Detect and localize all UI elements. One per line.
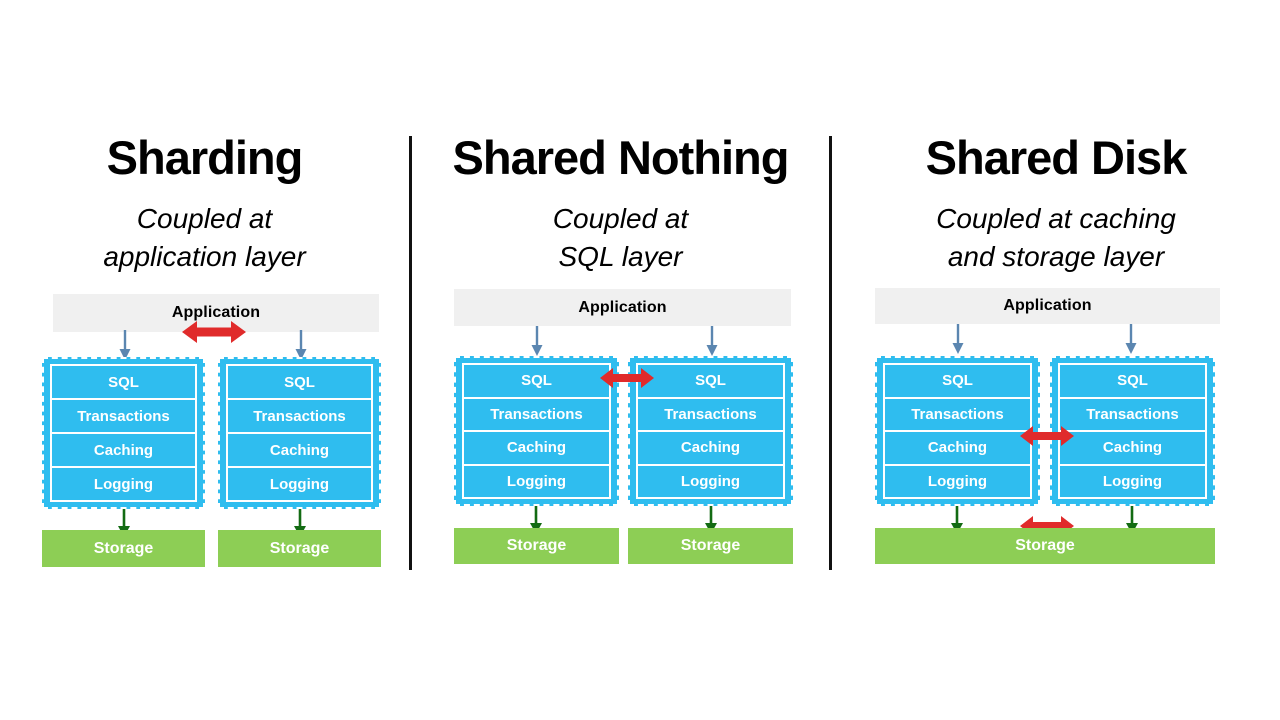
node-layer-logging: Logging <box>506 472 567 490</box>
node-layer-logging: Logging <box>927 472 988 490</box>
column-shared-nothing: Shared Nothing Coupled at SQL layer Appl… <box>412 0 829 720</box>
node-layer-stack: SQL Transactions Caching Logging <box>50 364 197 502</box>
node-layer-caching: Caching <box>638 432 783 466</box>
node-layer-transactions: Transactions <box>228 400 371 434</box>
database-node-left: SQL Transactions Caching Logging <box>875 356 1040 506</box>
column-sharding: Sharding Coupled at application layer Ap… <box>0 0 409 720</box>
node-layer-logging: Logging <box>1102 472 1163 490</box>
node-layer-sql: SQL <box>1060 365 1205 399</box>
node-layer-transactions: Transactions <box>1060 399 1205 432</box>
node-layer-transactions: Transactions <box>885 399 1030 432</box>
node-layer-caching: Caching <box>52 434 195 468</box>
diagram-canvas: Sharding Coupled at application layer Ap… <box>0 0 1280 720</box>
application-bar: Application <box>875 288 1220 324</box>
node-layer-stack: SQL Transactions Caching Logging <box>883 363 1032 499</box>
storage-bar-right: Storage <box>628 528 793 564</box>
node-layer-transactions: Transactions <box>52 400 195 434</box>
diagram-sharding: Application SQL Transactions Caching Log… <box>0 0 409 720</box>
storage-bar-left: Storage <box>454 528 619 564</box>
flow-arrow-app-to-node-left <box>531 326 543 356</box>
flow-arrow-app-to-node-left <box>119 330 131 360</box>
storage-bar-left: Storage <box>42 530 205 567</box>
node-layer-caching: Caching <box>228 434 371 468</box>
node-layer-sql: SQL <box>638 365 783 399</box>
storage-bar-right: Storage <box>218 530 381 567</box>
flow-arrow-app-to-node-right <box>1125 324 1137 354</box>
database-node-left: SQL Transactions Caching Logging <box>454 356 619 506</box>
node-layer-caching: Caching <box>464 432 609 466</box>
node-layer-stack: SQL Transactions Caching Logging <box>636 363 785 499</box>
application-bar: Application <box>454 289 791 326</box>
database-node-left: SQL Transactions Caching Logging <box>42 357 205 509</box>
node-layer-sql: SQL <box>885 365 1030 399</box>
node-layer-stack: SQL Transactions Caching Logging <box>226 364 373 502</box>
node-layer-logging: Logging <box>93 475 154 493</box>
node-layer-caching: Caching <box>1060 432 1205 466</box>
node-layer-transactions: Transactions <box>464 399 609 432</box>
database-node-right: SQL Transactions Caching Logging <box>218 357 381 509</box>
node-layer-sql: SQL <box>464 365 609 399</box>
node-layer-caching: Caching <box>885 432 1030 466</box>
coupling-arrow-application <box>182 321 246 343</box>
node-layer-transactions: Transactions <box>638 399 783 432</box>
node-layer-stack: SQL Transactions Caching Logging <box>462 363 611 499</box>
column-shared-disk: Shared Disk Coupled at caching and stora… <box>832 0 1280 720</box>
coupling-arrow-caching-layer <box>1020 426 1074 446</box>
node-layer-logging: Logging <box>680 472 741 490</box>
diagram-shared-nothing: Application SQL Transactions Caching Log… <box>412 0 829 720</box>
flow-arrow-app-to-node-right <box>295 330 307 360</box>
coupling-arrow-sql-layer <box>600 368 654 388</box>
node-layer-stack: SQL Transactions Caching Logging <box>1058 363 1207 499</box>
node-layer-sql: SQL <box>52 366 195 400</box>
node-layer-sql: SQL <box>228 366 371 400</box>
flow-arrow-app-to-node-right <box>706 326 718 356</box>
storage-bar-shared: Storage <box>875 528 1215 564</box>
node-layer-logging: Logging <box>269 475 330 493</box>
diagram-shared-disk: Application SQL Transactions Caching Log… <box>832 0 1280 720</box>
flow-arrow-app-to-node-left <box>952 324 964 354</box>
